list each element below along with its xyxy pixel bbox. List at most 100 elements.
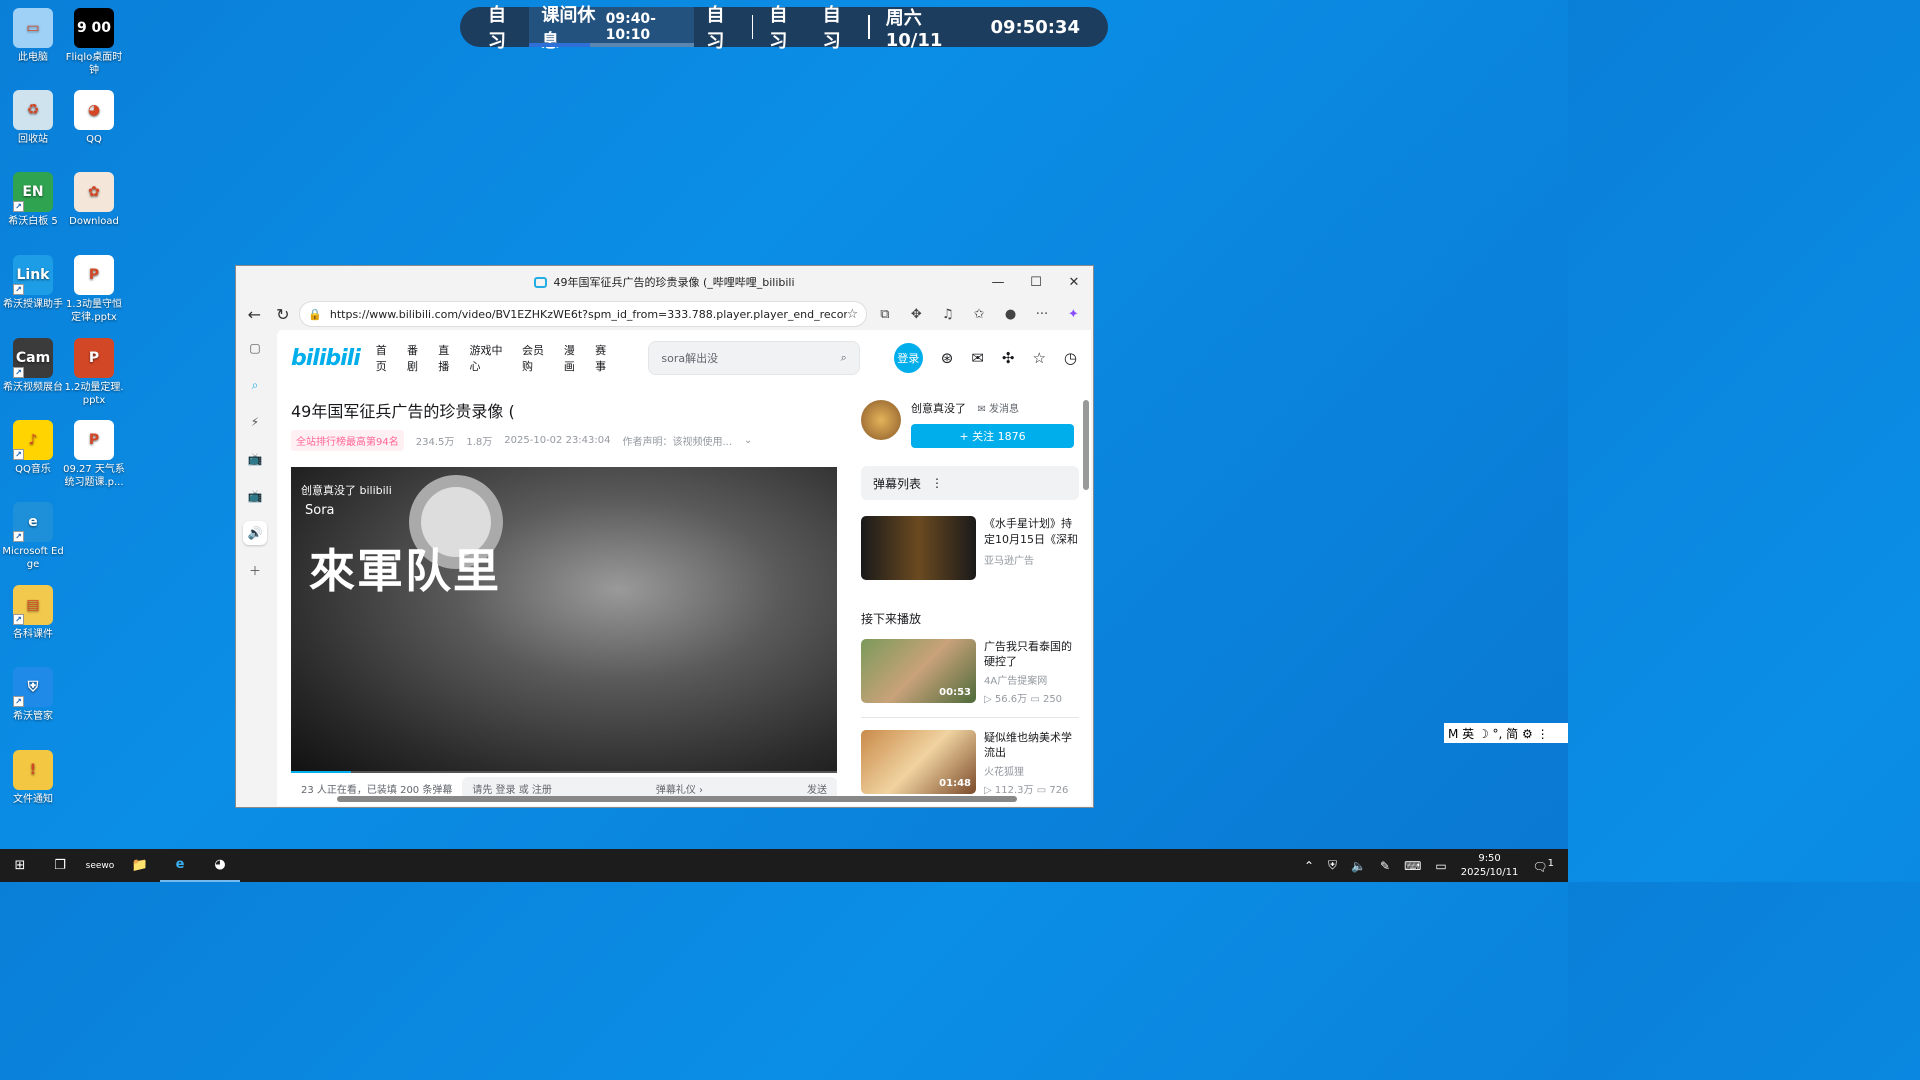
desktop-icon[interactable]: ♪ ↗ QQ音乐 bbox=[2, 420, 64, 476]
desktop-icon-label: 09.27 天气系统习题课.p... bbox=[63, 464, 125, 488]
ime-toolbar[interactable]: M 英 ☽ °, 简 ⚙ ⋮ bbox=[1444, 723, 1568, 743]
favorites-icon[interactable]: ✩ bbox=[965, 307, 992, 322]
desktop-icon-image: P bbox=[74, 255, 114, 295]
rank-badge[interactable]: 全站排行榜最高第94名 bbox=[291, 430, 404, 451]
lightning-icon[interactable]: ⚡ bbox=[243, 410, 267, 434]
desktop-icon[interactable]: ! 文件通知 bbox=[2, 750, 64, 806]
seewo-icon[interactable]: seewo bbox=[80, 849, 120, 882]
address-bar-row: ← ↻ 🔒 https://www.bilibili.com/video/BV1… bbox=[236, 298, 1093, 330]
keyboard-icon[interactable]: ⌨ bbox=[1404, 859, 1421, 873]
url-field[interactable]: 🔒 https://www.bilibili.com/video/BV1EZHK… bbox=[299, 301, 868, 327]
danmaku-list-header[interactable]: 弹幕列表 ⋮ bbox=[861, 466, 1079, 500]
desktop-icon-image: ◕ bbox=[74, 90, 114, 130]
search-icon[interactable]: ⌕ bbox=[841, 351, 847, 365]
desktop-icon[interactable]: e ↗ Microsoft Edge bbox=[2, 502, 64, 571]
notification-icon[interactable]: 🗨1 bbox=[1532, 858, 1554, 874]
video-player[interactable]: 创意真没了 bilibili Sora 來軍队里 bbox=[291, 467, 837, 773]
desktop-icon[interactable]: ▭ 此电脑 bbox=[2, 8, 64, 64]
ad-title-line1: 《水手星计划》持 bbox=[984, 517, 1072, 530]
pen-icon[interactable]: ✎ bbox=[1380, 859, 1390, 873]
desktop-icon[interactable]: ◕ QQ bbox=[63, 90, 125, 146]
bilibili-tv-icon[interactable]: 📺 bbox=[243, 484, 267, 508]
extension-icon[interactable]: ⧉ bbox=[871, 307, 898, 322]
nav-shop[interactable]: 会员购 bbox=[522, 342, 554, 374]
desktop-icon-label: Microsoft Edge bbox=[2, 546, 64, 570]
security-icon[interactable]: ⛨ bbox=[1328, 858, 1337, 873]
chevron-up-icon[interactable]: ⌃ bbox=[1304, 859, 1314, 873]
add-icon[interactable]: ＋ bbox=[243, 558, 267, 582]
avatar[interactable] bbox=[861, 400, 901, 440]
login-button[interactable]: 登录 bbox=[893, 343, 923, 373]
back-icon[interactable]: ← bbox=[242, 305, 267, 324]
favorite-star-icon[interactable]: ☆ bbox=[847, 307, 859, 322]
uploader-name[interactable]: 创意真没了 bbox=[911, 402, 966, 415]
url-text: https://www.bilibili.com/video/BV1EZHKzW… bbox=[329, 307, 847, 321]
taskbar-clock[interactable]: 9:50 2025/10/11 bbox=[1461, 852, 1519, 880]
desktop-icon-image: ▤ ↗ bbox=[13, 585, 53, 625]
desktop-icon[interactable]: EN ↗ 希沃白板 5 bbox=[2, 172, 64, 228]
send-message-link[interactable]: ✉ 发消息 bbox=[978, 404, 1020, 415]
follow-button[interactable]: + 关注 1876 bbox=[911, 424, 1074, 448]
puzzle-icon[interactable]: ✥ bbox=[903, 307, 930, 322]
qq-icon[interactable]: ◕ bbox=[200, 849, 240, 882]
desktop-icon[interactable]: Cam ↗ 希沃视频展台 bbox=[2, 338, 64, 394]
expand-icon[interactable]: ⌄ bbox=[744, 435, 752, 446]
ad-card[interactable]: 《水手星计划》持 定10月15日《深和 亚马逊广告 bbox=[861, 516, 1079, 580]
nav-game[interactable]: 游戏中心 bbox=[470, 342, 512, 374]
copilot-icon[interactable]: ✦ bbox=[1060, 307, 1087, 322]
title-bar[interactable]: 49年国军征兵广告的珍贵录像 (_哔哩哔哩_bilibili — ☐ ✕ bbox=[236, 266, 1093, 298]
profile-icon[interactable]: ● bbox=[997, 307, 1024, 322]
speaker-icon[interactable]: 🔊 bbox=[243, 521, 267, 545]
favorite-icon[interactable]: ☆ bbox=[1032, 349, 1045, 367]
desktop-icon-label: 希沃视频展台 bbox=[3, 382, 63, 393]
bilibili-tv-icon[interactable]: 📺 bbox=[243, 447, 267, 471]
desktop-icon[interactable]: 9 00 Fliqlo桌面时钟 bbox=[63, 8, 125, 77]
task-view-icon[interactable]: ❐ bbox=[40, 849, 80, 882]
bilibili-logo[interactable]: bilibili bbox=[291, 346, 361, 371]
start-button[interactable]: ⊞ bbox=[0, 849, 40, 882]
more-icon[interactable]: ⋮ bbox=[931, 476, 943, 490]
message-icon[interactable]: ✉ bbox=[971, 349, 984, 367]
ad-title-line2: 定10月15日《深和 bbox=[984, 533, 1078, 546]
desktop-icon[interactable]: ▤ ↗ 各科课件 bbox=[2, 585, 64, 641]
list-item[interactable]: 01:48 疑似维也纳美术学流出 火花狐狸 ▷ 112.3万 ▭ 726 bbox=[861, 730, 1079, 806]
desktop-icon[interactable]: ♻ 回收站 bbox=[2, 90, 64, 146]
desktop-icon[interactable]: ✿ Download bbox=[63, 172, 125, 228]
edge-icon[interactable]: e bbox=[160, 849, 200, 882]
nav-live[interactable]: 直播 bbox=[438, 342, 459, 374]
desktop-icon-image: P bbox=[74, 420, 114, 460]
nav-bangumi[interactable]: 番剧 bbox=[407, 342, 428, 374]
search-input[interactable]: sora解出没 ⌕ bbox=[648, 341, 860, 375]
desktop-icon-label: 1.2动量定理.pptx bbox=[64, 382, 124, 406]
desktop-icon[interactable]: ⛨ ↗ 希沃管家 bbox=[2, 667, 64, 723]
tablet-icon[interactable]: ▭ bbox=[1435, 859, 1446, 873]
horizontal-scrollbar[interactable] bbox=[337, 796, 1017, 802]
vip-icon[interactable]: ⊛ bbox=[941, 349, 954, 367]
dynamic-icon[interactable]: ✣ bbox=[1002, 349, 1015, 367]
nav-home[interactable]: 首页 bbox=[376, 342, 397, 374]
desktop-icon-image: EN ↗ bbox=[13, 172, 53, 212]
desktop-icon[interactable]: Link ↗ 希沃授课助手 bbox=[2, 255, 64, 311]
search-icon[interactable]: ⌕ bbox=[243, 373, 267, 397]
maximize-button[interactable]: ☐ bbox=[1017, 266, 1055, 298]
more-icon[interactable]: ··· bbox=[1028, 307, 1055, 322]
history-icon[interactable]: ◷ bbox=[1064, 349, 1077, 367]
desktop-icon[interactable]: P 09.27 天气系统习题课.p... bbox=[63, 420, 125, 489]
send-button[interactable]: 发送 bbox=[807, 781, 827, 796]
file-explorer-icon[interactable]: 📁 bbox=[120, 849, 160, 882]
vertical-scrollbar[interactable] bbox=[1083, 400, 1089, 490]
desktop-icon[interactable]: P 1.2动量定理.pptx bbox=[63, 338, 125, 407]
media-icon[interactable]: ♫ bbox=[934, 307, 961, 322]
list-item[interactable]: 00:53 广告我只看泰国的硬控了 4A广告提案网 ▷ 56.6万 ▭ 250 bbox=[861, 639, 1079, 718]
danmaku-etiquette[interactable]: 弹幕礼仪 › bbox=[656, 781, 703, 796]
nav-manga[interactable]: 漫画 bbox=[564, 342, 585, 374]
volume-icon[interactable]: 🔈 bbox=[1351, 859, 1366, 873]
tab-actions-icon[interactable]: ▢ bbox=[243, 336, 267, 360]
minimize-button[interactable]: — bbox=[979, 266, 1017, 298]
schedule-item: 自习 bbox=[769, 5, 788, 52]
close-button[interactable]: ✕ bbox=[1055, 266, 1093, 298]
refresh-icon[interactable]: ↻ bbox=[271, 305, 296, 324]
uploader-name-row: 创意真没了 ✉ 发消息 bbox=[911, 400, 1074, 416]
desktop-icon[interactable]: P 1.3动量守恒定律.pptx bbox=[63, 255, 125, 324]
nav-esports[interactable]: 赛事 bbox=[595, 342, 616, 374]
